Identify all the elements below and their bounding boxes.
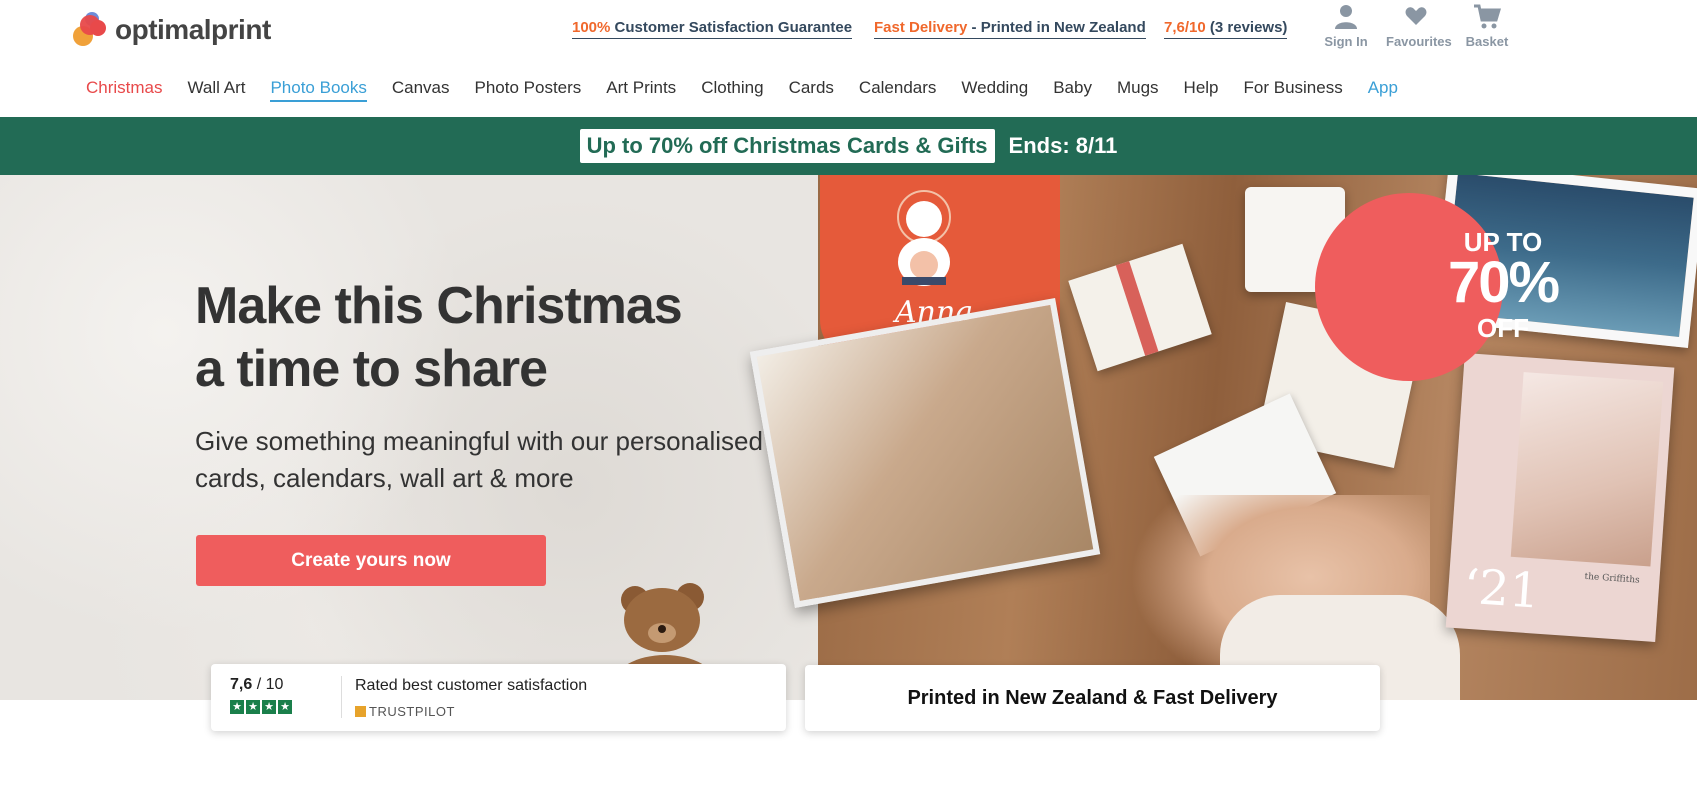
nav-item-for-business[interactable]: For Business	[1244, 78, 1343, 102]
hero-subtitle-line-1: Give something meaningful with our perso…	[195, 426, 763, 456]
nav-item-app[interactable]: App	[1368, 78, 1398, 102]
badge-line-3: OFF	[1477, 313, 1529, 343]
trustpilot-logo: TRUSTPILOT	[355, 704, 455, 719]
promo-banner[interactable]: Up to 70% off Christmas Cards & Gifts En…	[0, 117, 1697, 175]
nav-item-clothing[interactable]: Clothing	[701, 78, 763, 102]
calendar-family-text: the Griffiths	[1584, 571, 1641, 586]
nav-item-photo-posters[interactable]: Photo Posters	[475, 78, 582, 102]
logo-text: optimalprint	[115, 14, 271, 45]
rating-divider	[341, 676, 342, 718]
basket-button[interactable]: Basket	[1457, 4, 1517, 49]
hero-title-line-1: Make this Christmas	[195, 277, 683, 335]
create-yours-now-button[interactable]: Create yours now	[196, 535, 546, 586]
nav-item-art-prints[interactable]: Art Prints	[606, 78, 676, 102]
hero-subtitle-line-2: cards, calendars, wall art & more	[195, 463, 574, 493]
nav-item-wedding[interactable]: Wedding	[961, 78, 1028, 102]
usp-fast-delivery[interactable]: Fast Delivery - Printed in New Zealand	[874, 19, 1146, 39]
main-nav: Christmas Wall Art Photo Books Canvas Ph…	[86, 78, 1423, 102]
star-icon: ★	[262, 700, 276, 714]
star-icon: ★	[278, 700, 292, 714]
header: optimalprint 100% Customer Satisfaction …	[0, 0, 1697, 60]
calendar-year-text: ‘21	[1461, 558, 1542, 620]
basket-label: Basket	[1465, 34, 1509, 49]
rating-stars: ★ ★ ★ ★	[230, 700, 292, 714]
nav-item-baby[interactable]: Baby	[1053, 78, 1092, 102]
heart-icon	[1386, 4, 1446, 34]
promo-end-date: Ends: 8/11	[1008, 133, 1118, 158]
favourites-label: Favourites	[1386, 34, 1452, 49]
calendar-photo	[1510, 372, 1664, 567]
hero-title: Make this Christmas a time to share	[195, 275, 815, 401]
promo-offer: Up to 70% off Christmas Cards & Gifts	[579, 129, 995, 163]
rating-scale: / 10	[252, 676, 284, 693]
calendar-product-image: ‘21 the Griffiths	[1445, 353, 1675, 642]
nav-item-photo-books[interactable]: Photo Books	[270, 78, 367, 102]
hero-subtitle: Give something meaningful with our perso…	[195, 423, 815, 497]
nav-item-wall-art[interactable]: Wall Art	[188, 78, 246, 102]
usp-highlight: 100%	[572, 19, 611, 36]
nav-item-cards[interactable]: Cards	[789, 78, 834, 102]
usp-text: Customer Satisfaction Guarantee	[610, 19, 853, 36]
user-icon	[1316, 4, 1376, 34]
star-icon: ★	[230, 700, 244, 714]
cart-icon	[1457, 4, 1517, 34]
nav-item-calendars[interactable]: Calendars	[859, 78, 937, 102]
usp-satisfaction-guarantee[interactable]: 100% Customer Satisfaction Guarantee	[572, 19, 853, 39]
rating-text: Rated best customer satisfaction	[355, 677, 588, 694]
trustpilot-star-icon	[355, 706, 366, 717]
trustpilot-label: TRUSTPILOT	[369, 704, 455, 719]
logo-mark-icon	[73, 12, 113, 48]
badge-percent: 70%	[1447, 250, 1560, 315]
nav-item-help[interactable]: Help	[1184, 78, 1219, 102]
favourites-button[interactable]: Favourites	[1386, 4, 1452, 49]
usp-highlight: 7,6/10	[1164, 19, 1206, 36]
nav-item-canvas[interactable]: Canvas	[392, 78, 450, 102]
sign-in-label: Sign In	[1324, 34, 1368, 49]
rating-value: 7,6	[230, 676, 253, 693]
delivery-card: Printed in New Zealand & Fast Delivery	[805, 665, 1380, 731]
nav-item-christmas[interactable]: Christmas	[86, 78, 163, 102]
logo[interactable]: optimalprint	[73, 12, 271, 48]
usp-text: (3 reviews)	[1205, 19, 1288, 36]
usp-highlight: Fast Delivery	[874, 19, 968, 36]
polar-bear-print-image	[897, 190, 951, 286]
trustpilot-rating-card[interactable]: 7,6 / 10 ★ ★ ★ ★ Rated best customer sat…	[211, 664, 786, 731]
discount-badge: UP TO 70% OFF	[1315, 193, 1560, 381]
usp-reviews[interactable]: 7,6/10 (3 reviews)	[1164, 19, 1288, 39]
hero-banner: Anna ‘21 the Griffiths UP TO 70% OFF Mak…	[0, 175, 1697, 700]
rating-score: 7,6 / 10	[230, 676, 283, 694]
sign-in-button[interactable]: Sign In	[1316, 4, 1376, 49]
usp-text: - Printed in New Zealand	[967, 19, 1146, 36]
nav-item-mugs[interactable]: Mugs	[1117, 78, 1159, 102]
star-icon: ★	[246, 700, 260, 714]
hero-title-line-2: a time to share	[195, 340, 548, 398]
